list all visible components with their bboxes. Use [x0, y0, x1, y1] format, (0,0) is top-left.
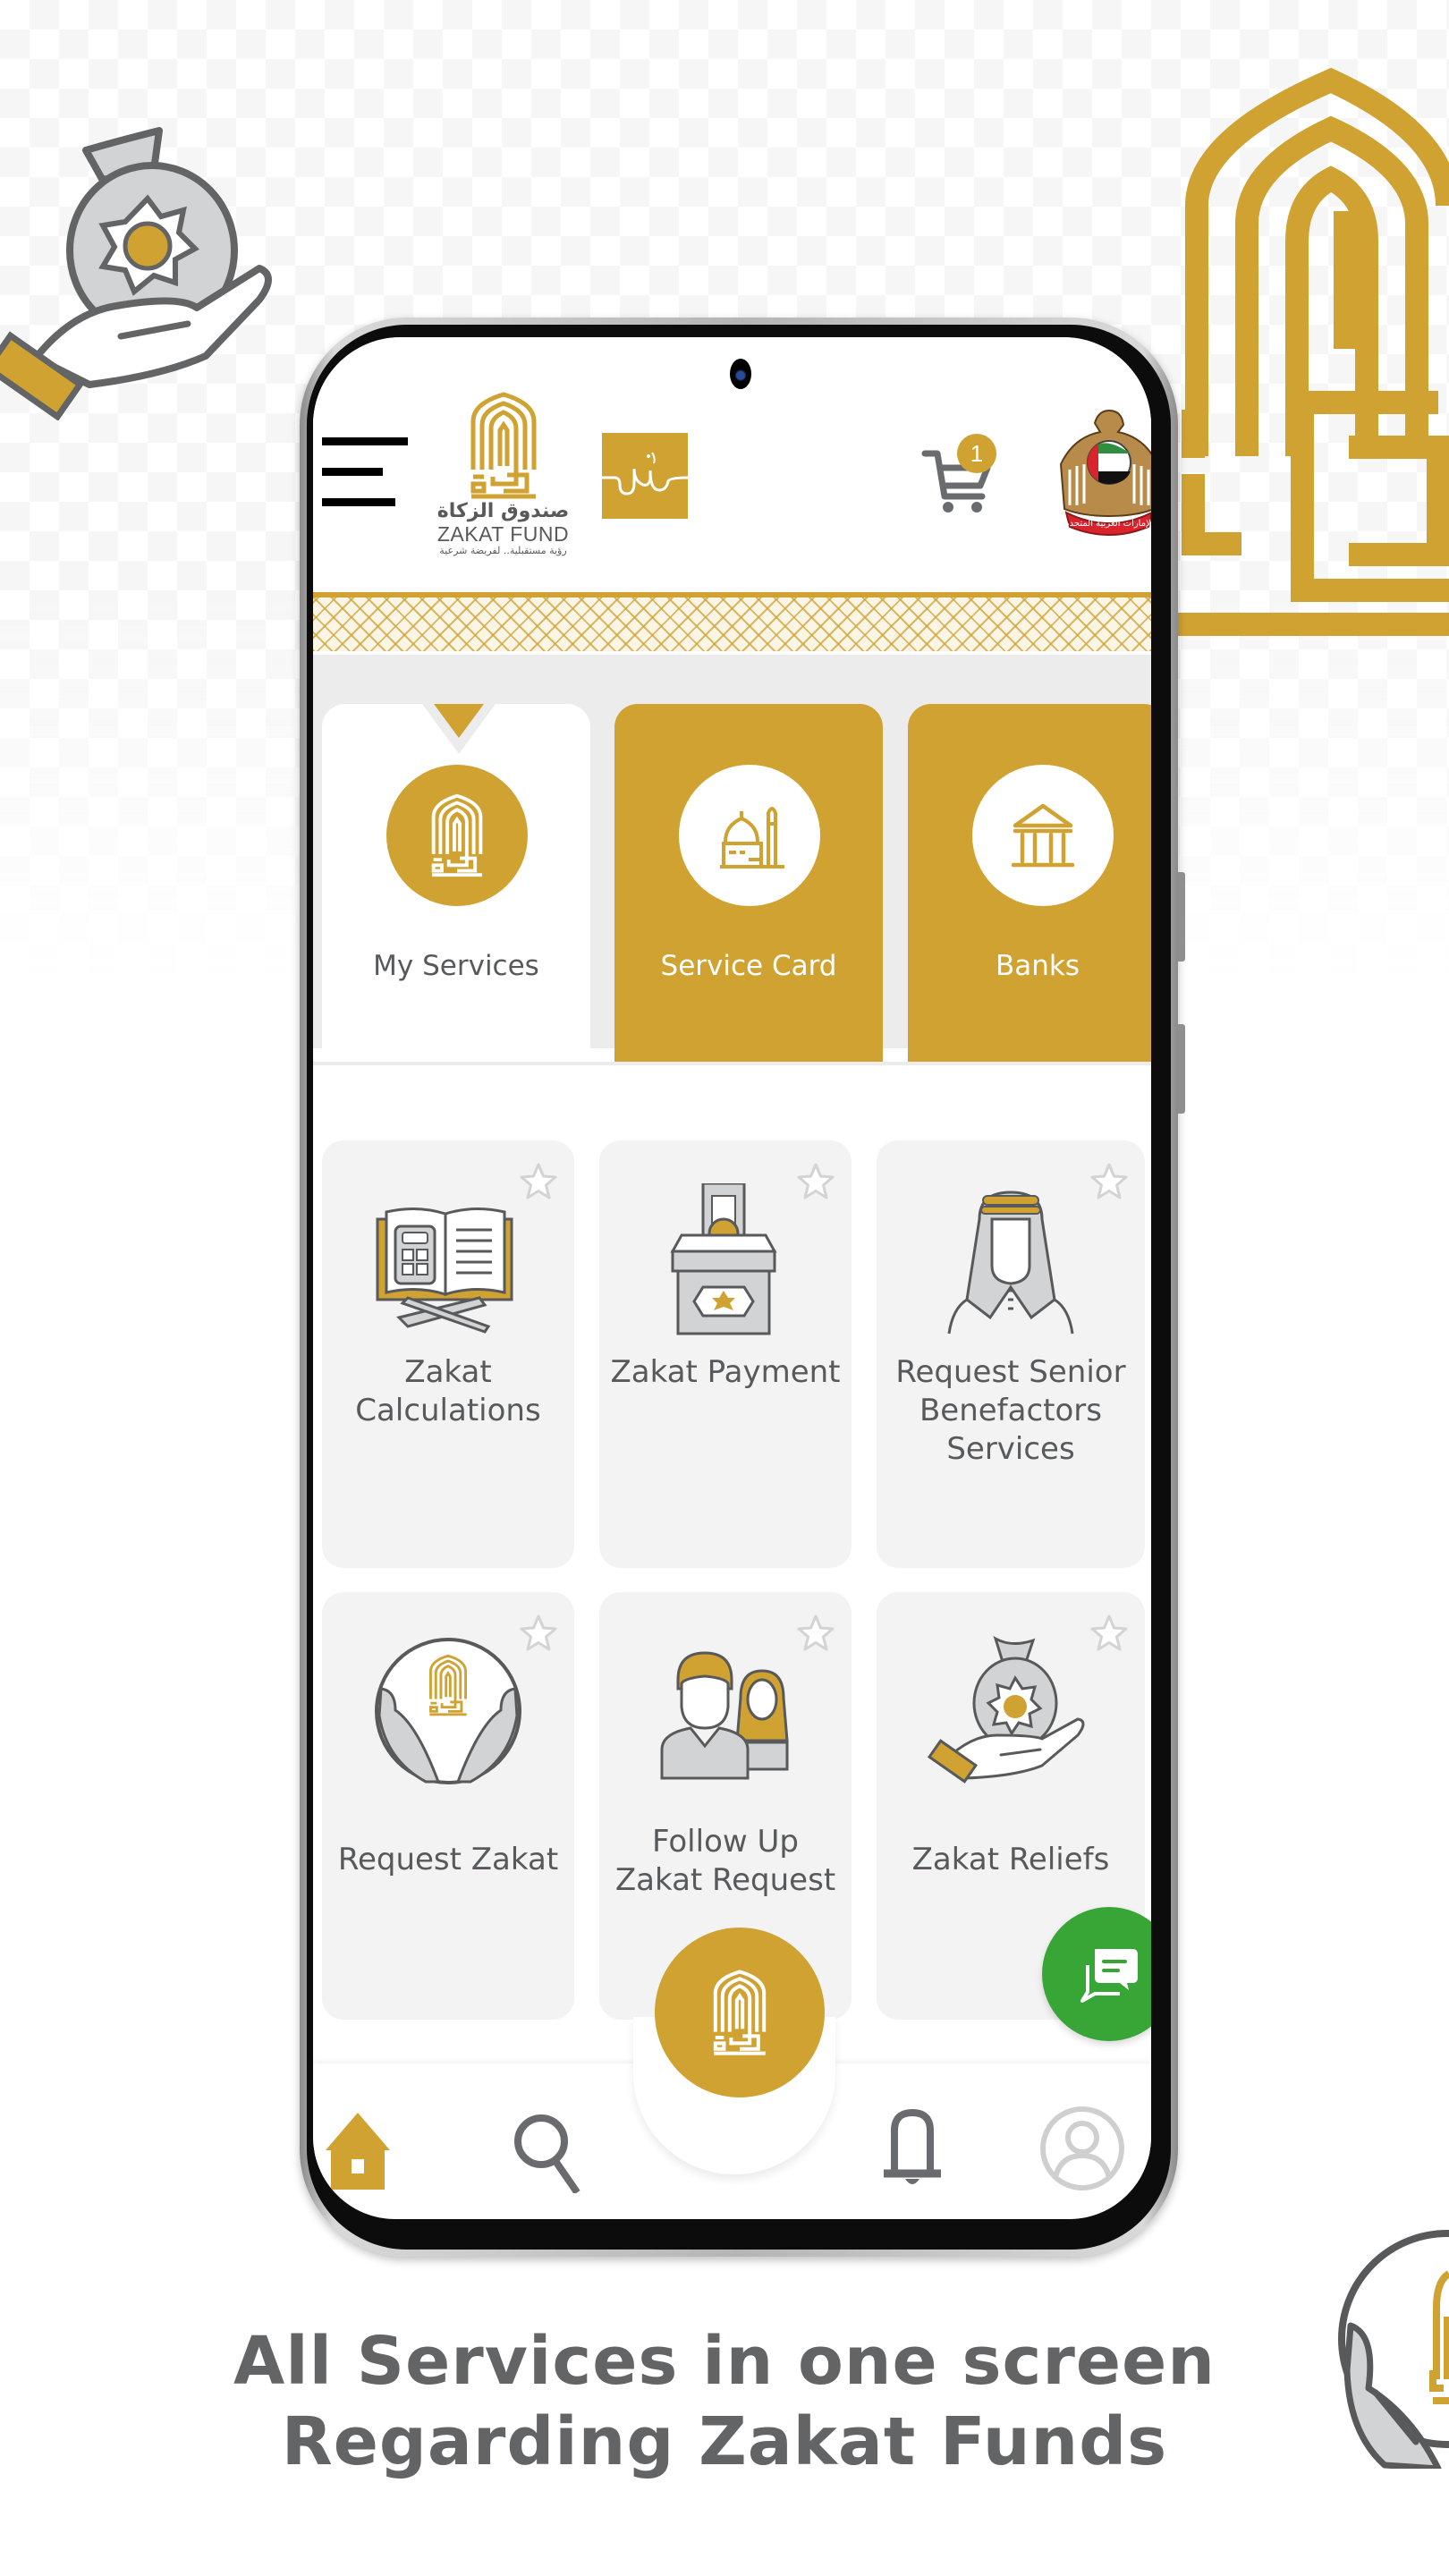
caption-line-2: Regarding Zakat Funds	[281, 2403, 1168, 2480]
cart-count-badge: 1	[957, 434, 996, 473]
zakat-logo-icon	[468, 391, 539, 500]
chat-icon	[1080, 1949, 1138, 2003]
brand-tagline: رؤية مستقبلية.. لفريضة شرعية	[439, 545, 567, 556]
app-screen: صندوق الزكاة ZAKAT FUND رؤية مستقبلية.. …	[313, 337, 1151, 2219]
service-card-senior-benefactors[interactable]: Request Senior Benefactors Services	[877, 1140, 1145, 1568]
bell-icon	[884, 2108, 941, 2184]
tab-label: My Services	[373, 950, 539, 982]
nav-notifications[interactable]	[868, 2104, 957, 2193]
money-bag-hand-icon	[927, 1635, 1085, 1784]
search-icon	[514, 2114, 580, 2193]
zakat-logo-decoration-icon	[1143, 54, 1449, 671]
tab-my-services[interactable]: My Services	[322, 704, 590, 1062]
zakat-home-fab[interactable]	[655, 1928, 825, 2097]
phone-power-button	[1178, 1024, 1185, 1114]
tabs-divider	[313, 1062, 1151, 1065]
nav-profile[interactable]	[1038, 2104, 1127, 2193]
nav-home[interactable]	[322, 2104, 411, 2193]
brand-name-arabic: صندوق الزكاة	[436, 500, 570, 522]
service-card-zakat-calculations[interactable]: Zakat Calculations	[322, 1140, 574, 1568]
service-card-request-zakat[interactable]: Request Zakat	[322, 1592, 574, 2020]
zakat-logo-icon	[429, 792, 485, 878]
money-bag-hand-decoration-icon	[0, 116, 277, 421]
service-label: Request Senior Benefactors Services	[895, 1354, 1126, 1467]
home-icon	[326, 2113, 390, 2190]
book-calculator-icon	[376, 1207, 513, 1334]
shopping-cart-button[interactable]: 1	[921, 434, 996, 514]
service-label: Zakat Payment	[610, 1354, 841, 1390]
user-avatar-icon	[1040, 2106, 1124, 2190]
service-card-zakat-payment[interactable]: Zakat Payment	[599, 1140, 852, 1568]
service-label: Zakat Reliefs	[911, 1842, 1110, 1877]
service-label: Zakat Calculations	[355, 1354, 541, 1428]
uae-emblem-icon: الإمارات العربية المتحدة	[1055, 402, 1151, 536]
zakat-logo-icon	[711, 1968, 768, 2057]
caption-line-1: All Services in one screen	[233, 2323, 1216, 2400]
tab-label: Service Card	[660, 950, 837, 982]
mosque-icon	[720, 807, 784, 869]
phone-volume-button	[1178, 872, 1185, 962]
front-camera	[730, 359, 751, 389]
service-label: Follow Up Zakat Request	[614, 1824, 836, 1898]
active-tab-indicator	[434, 704, 484, 738]
tab-banks[interactable]: Banks	[908, 704, 1151, 1062]
brand-name-english: ZAKAT FUND	[436, 522, 570, 546]
emblem-banner-text: الإمارات العربية المتحدة	[1064, 519, 1151, 529]
partner-logo-icon	[602, 433, 689, 519]
hands-zakat-icon	[375, 1638, 521, 1784]
tab-label: Banks	[995, 950, 1080, 982]
marketing-caption: All Services in one screen Regarding Zak…	[0, 2321, 1449, 2482]
ornament-strip	[313, 592, 1151, 655]
donation-box-icon	[670, 1183, 777, 1335]
nav-search[interactable]	[505, 2104, 595, 2193]
people-icon	[660, 1651, 789, 1780]
tab-service-card[interactable]: Service Card	[614, 704, 883, 1062]
senior-man-icon	[947, 1191, 1074, 1335]
bank-icon	[1011, 803, 1075, 868]
hamburger-menu-icon[interactable]	[322, 436, 408, 506]
phone-frame: صندوق الزكاة ZAKAT FUND رؤية مستقبلية.. …	[300, 318, 1185, 2257]
zakat-fund-logo: صندوق الزكاة ZAKAT FUND رؤية مستقبلية.. …	[425, 391, 581, 570]
service-label: Request Zakat	[337, 1842, 559, 1877]
